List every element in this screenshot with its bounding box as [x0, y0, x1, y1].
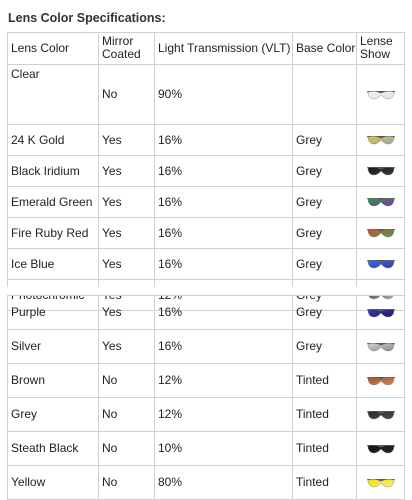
lense-show-cell: [356, 155, 405, 187]
mirror-coated-value: Yes: [98, 248, 155, 280]
table-gap: [7, 287, 404, 295]
light-transmission-value: 16%: [154, 124, 293, 156]
header-light-transmission: Light Transmission (VLT): [154, 32, 293, 65]
sunglasses-lens-icon: [366, 136, 395, 145]
mirror-coated-value: Yes: [98, 295, 155, 330]
table-row: Black Iridium Yes 16% Grey: [7, 155, 405, 187]
base-color-value: Grey: [292, 155, 357, 187]
mirror-coated-value: No: [98, 465, 155, 500]
sunglasses-lens-icon: [366, 260, 395, 269]
mirror-coated-value: Yes: [98, 217, 155, 249]
mirror-coated-value: No: [98, 363, 155, 398]
lens-color-name: Steath Black: [7, 431, 99, 466]
base-color-value: Grey: [292, 124, 357, 156]
light-transmission-value: 12%: [154, 363, 293, 398]
sunglasses-lens-icon: [366, 478, 395, 487]
table-row: Purple Yes 16% Grey: [7, 295, 405, 330]
base-color-value: Tinted: [292, 363, 357, 398]
lens-spec-table-lower: Purple Yes 16% Grey Silver Yes 16% Grey Brown No 1…: [7, 295, 405, 500]
light-transmission-value: 16%: [154, 248, 293, 280]
mirror-coated-value: No: [98, 397, 155, 432]
table-row: Clear No 90%: [7, 64, 405, 125]
base-color-value: Grey: [292, 186, 357, 218]
lense-show-cell: [356, 186, 405, 218]
base-color-value: Tinted: [292, 465, 357, 500]
table-row: Grey No 12% Tinted: [7, 397, 405, 432]
table-row: 24 K Gold Yes 16% Grey: [7, 124, 405, 156]
mirror-coated-value: No: [98, 431, 155, 466]
table-body-upper: Clear No 90% 24 K Gold Yes 16% Grey Black Iridi…: [7, 64, 405, 311]
lense-show-cell: [356, 363, 405, 398]
light-transmission-value: 80%: [154, 465, 293, 500]
lens-color-name: 24 K Gold: [7, 124, 99, 156]
sunglasses-lens-icon: [366, 167, 395, 176]
mirror-coated-value: Yes: [98, 124, 155, 156]
sunglasses-lens-icon: [366, 376, 395, 385]
lense-show-cell: [356, 465, 405, 500]
table-row: Fire Ruby Red Yes 16% Grey: [7, 217, 405, 249]
lense-show-cell: [356, 124, 405, 156]
lense-show-cell: [356, 248, 405, 280]
sunglasses-lens-icon: [366, 444, 395, 453]
header-mirror-coated: Mirror Coated: [98, 32, 155, 65]
light-transmission-value: 10%: [154, 431, 293, 466]
base-color-value: [292, 64, 357, 125]
mirror-coated-value: Yes: [98, 186, 155, 218]
light-transmission-value: 16%: [154, 295, 293, 330]
sunglasses-lens-icon: [366, 410, 395, 419]
lense-show-cell: [356, 64, 405, 125]
base-color-value: Tinted: [292, 431, 357, 466]
base-color-value: Grey: [292, 295, 357, 330]
base-color-value: Tinted: [292, 397, 357, 432]
lens-color-name: Clear: [7, 64, 99, 125]
sunglasses-lens-icon: [366, 198, 395, 207]
base-color-value: Grey: [292, 248, 357, 280]
lens-color-name: Silver: [7, 329, 99, 364]
table-row: Silver Yes 16% Grey: [7, 329, 405, 364]
table-row: Emerald Green Yes 16% Grey: [7, 186, 405, 218]
lens-color-name: Purple: [7, 295, 99, 330]
table-header-row: Lens Color Mirror Coated Light Transmiss…: [7, 32, 405, 65]
lens-color-name: Emerald Green: [7, 186, 99, 218]
table-row: Steath Black No 10% Tinted: [7, 431, 405, 466]
sunglasses-lens-icon: [366, 90, 395, 99]
header-lens-color: Lens Color: [7, 32, 99, 65]
base-color-value: Grey: [292, 217, 357, 249]
header-lense-show: Lense Show: [356, 32, 405, 65]
lens-color-name: Brown: [7, 363, 99, 398]
light-transmission-value: 12%: [154, 397, 293, 432]
lens-color-name: Fire Ruby Red: [7, 217, 99, 249]
light-transmission-value: 16%: [154, 217, 293, 249]
table-body-lower: Purple Yes 16% Grey Silver Yes 16% Grey Brown No 1…: [7, 295, 405, 500]
table-row: Yellow No 80% Tinted: [7, 465, 405, 500]
base-color-value: Grey: [292, 329, 357, 364]
page-title: Lens Color Specifications:: [8, 11, 166, 25]
sunglasses-lens-icon: [366, 342, 395, 351]
lens-color-name: Yellow: [7, 465, 99, 500]
header-base-color: Base Color: [292, 32, 357, 65]
lense-show-cell: [356, 217, 405, 249]
light-transmission-value: 16%: [154, 155, 293, 187]
lense-show-cell: [356, 329, 405, 364]
mirror-coated-value: Yes: [98, 329, 155, 364]
lense-show-cell: [356, 295, 405, 330]
lens-spec-table-upper: Lens Color Mirror Coated Light Transmiss…: [7, 32, 405, 311]
light-transmission-value: 90%: [154, 64, 293, 125]
sunglasses-lens-icon: [366, 308, 395, 317]
mirror-coated-value: Yes: [98, 155, 155, 187]
lens-color-name: Grey: [7, 397, 99, 432]
table-row: Ice Blue Yes 16% Grey: [7, 248, 405, 280]
light-transmission-value: 16%: [154, 329, 293, 364]
lense-show-cell: [356, 397, 405, 432]
light-transmission-value: 16%: [154, 186, 293, 218]
lens-color-name: Black Iridium: [7, 155, 99, 187]
lense-show-cell: [356, 431, 405, 466]
table-row: Brown No 12% Tinted: [7, 363, 405, 398]
mirror-coated-value: No: [98, 64, 155, 125]
sunglasses-lens-icon: [366, 229, 395, 238]
lens-color-name: Ice Blue: [7, 248, 99, 280]
